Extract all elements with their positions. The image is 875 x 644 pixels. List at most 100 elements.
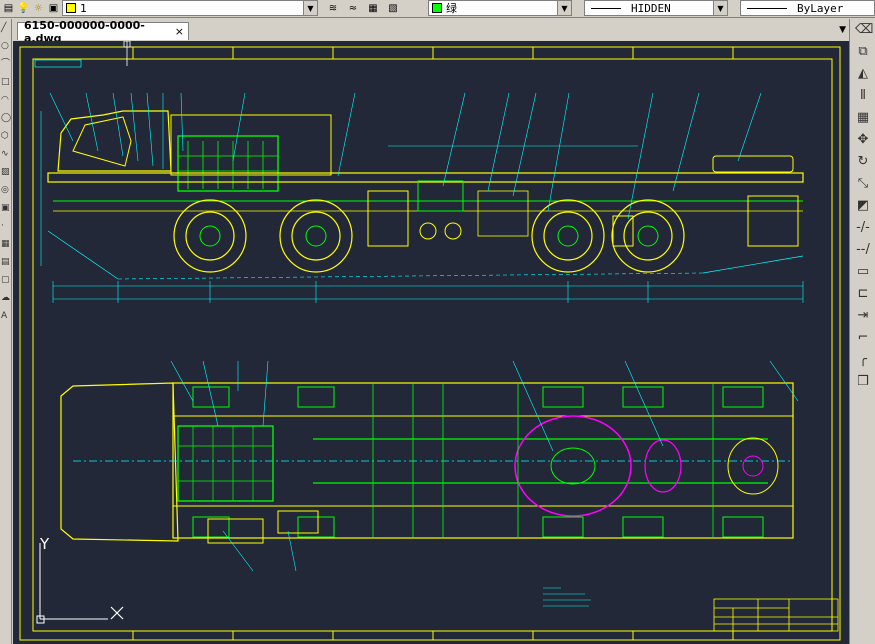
lightbulb-icon[interactable]: 💡 — [17, 2, 30, 15]
copy-icon[interactable]: ⧉ — [855, 45, 871, 61]
spline-icon[interactable]: ∿ — [1, 150, 11, 160]
lineweight-value: ByLayer — [797, 1, 844, 15]
engine-top — [177, 425, 274, 502]
differential-1 — [550, 447, 596, 485]
color-value: 绿 — [446, 2, 457, 15]
layer-states-icon[interactable]: ▦ — [364, 2, 382, 15]
text-icon[interactable]: A — [1, 312, 11, 322]
mirror-icon[interactable]: ◭ — [855, 67, 871, 83]
layer-controls: ▤ 💡 ☼ ▣ — [2, 0, 62, 17]
fifth-wheel — [727, 437, 779, 495]
erase-icon[interactable]: ⌫ — [855, 23, 873, 39]
gradient-icon[interactable]: ▤ — [1, 258, 11, 268]
line-icon[interactable]: ╱ — [1, 24, 11, 34]
layer-manager-icon[interactable]: ▤ — [2, 2, 15, 15]
wheel-hubs — [199, 225, 659, 247]
technical-notes — [543, 587, 591, 607]
join-icon[interactable]: ⇥ — [855, 309, 871, 325]
trim-icon[interactable]: -/- — [855, 221, 871, 237]
battery-box — [367, 190, 409, 247]
chassis-top-outline — [172, 382, 794, 539]
chamfer-icon[interactable]: ⌐ — [855, 331, 871, 347]
title-block — [713, 598, 839, 632]
crossmember — [477, 190, 529, 237]
fillet-icon[interactable]: ╭ — [855, 353, 871, 369]
layer-dropdown[interactable]: 1 ▼ — [62, 0, 318, 16]
lock-icon[interactable]: ▣ — [47, 2, 60, 15]
layer-name: 1 — [80, 1, 87, 15]
cab-top-outline — [60, 382, 179, 542]
polyline-icon[interactable]: ⌒ — [1, 60, 11, 70]
region-icon[interactable]: ◎ — [1, 186, 11, 196]
layer-tools: ≋ ≈ ▦ ▧ — [324, 0, 404, 17]
array-icon[interactable]: ▦ — [855, 111, 871, 127]
ucs-icon — [36, 543, 124, 624]
cab-window — [72, 116, 132, 167]
axle-housing-ring — [514, 415, 632, 517]
chevron-down-icon[interactable]: ▼ — [303, 1, 317, 15]
draw-toolbar: ╱ ○ ⌒ □ ◠ ◯ ⬡ ∿ ▨ ◎ ▣ · ▦ ▤ ▢ ☁ A — [0, 19, 12, 644]
drawing-number-box — [34, 59, 82, 68]
cab-outline — [57, 110, 172, 172]
color-swatch — [432, 3, 442, 13]
stretch-icon[interactable]: ◩ — [855, 199, 871, 215]
offset-icon[interactable]: ⫴ — [855, 89, 871, 105]
approach-angle-line — [47, 230, 119, 280]
side-view — [40, 92, 804, 303]
arc-icon[interactable]: ◠ — [1, 96, 11, 106]
kingpin — [742, 455, 764, 477]
circle-icon[interactable]: ○ — [1, 42, 11, 52]
linetype-value: HIDDEN — [631, 1, 671, 15]
air-tank-1 — [419, 222, 437, 240]
block-icon[interactable]: ▣ — [1, 204, 11, 214]
explode-icon[interactable]: ❒ — [855, 375, 871, 391]
color-dropdown[interactable]: 绿 ▼ — [428, 0, 572, 16]
tab-menu-icon[interactable]: ▼ — [839, 25, 846, 35]
ground-line — [117, 272, 704, 280]
ellipse-icon[interactable]: ◯ — [1, 114, 11, 124]
top-balloon-leaders — [170, 360, 799, 572]
point-icon[interactable]: · — [1, 222, 11, 232]
break-icon[interactable]: ▭ — [855, 265, 871, 281]
match-properties-icon[interactable]: ▧ — [384, 2, 402, 15]
linetype-dropdown[interactable]: HIDDEN ▼ — [584, 0, 728, 16]
ucs-y-label: Y — [39, 535, 50, 553]
drawing-svg: Y — [19, 41, 841, 641]
departure-angle-line — [702, 255, 804, 274]
linetype-preview — [591, 7, 621, 9]
chevron-down-icon[interactable]: ▼ — [713, 1, 727, 15]
document-tabstrip: 6150-000000-0000-a.dwg × ▼ — [13, 19, 850, 45]
hatch-icon[interactable]: ▨ — [1, 168, 11, 178]
rotate-icon[interactable]: ↻ — [855, 155, 871, 171]
drawing-canvas[interactable]: Y — [13, 41, 849, 644]
lineweight-dropdown[interactable]: ByLayer — [740, 0, 875, 16]
modify-toolbar: ⌫ ⧉ ◭ ⫴ ▦ ✥ ↻ ⤡ ◩ -/- --/ ▭ ⊏ ⇥ ⌐ ╭ ❒ — [849, 19, 875, 644]
properties-toolbar: ▤ 💡 ☼ ▣ 1 ▼ ≋ ≈ ▦ ▧ 绿 ▼ HIDDEN ▼ ByLayer — [0, 0, 875, 18]
spare-tank — [712, 155, 794, 173]
revcloud-icon[interactable]: ☁ — [1, 294, 11, 304]
drawing-frame — [32, 58, 833, 632]
rear-bracket — [747, 195, 799, 247]
crosshair-cursor — [123, 41, 131, 66]
make-current-icon[interactable]: ≋ — [324, 2, 342, 15]
extend-icon[interactable]: --/ — [855, 243, 871, 259]
chevron-down-icon[interactable]: ▼ — [557, 1, 571, 15]
air-tank-2 — [444, 222, 462, 240]
break-at-point-icon[interactable]: ⊏ — [855, 287, 871, 303]
layer-previous-icon[interactable]: ≈ — [344, 2, 362, 15]
sun-icon[interactable]: ☼ — [32, 2, 45, 15]
scale-icon[interactable]: ⤡ — [855, 177, 871, 193]
side-dimensions — [40, 111, 804, 303]
tank-top — [207, 518, 264, 544]
fuel-tank — [417, 180, 464, 212]
polygon-icon[interactable]: ⬡ — [1, 132, 11, 142]
document-tab[interactable]: 6150-000000-0000-a.dwg × — [17, 19, 189, 45]
table-icon[interactable]: ▦ — [1, 240, 11, 250]
boundary-icon[interactable]: ▢ — [1, 276, 11, 286]
engine-cover — [170, 114, 332, 176]
top-view — [60, 360, 799, 572]
differential-2 — [644, 439, 682, 493]
rectangle-icon[interactable]: □ — [1, 78, 11, 88]
close-icon[interactable]: × — [175, 25, 184, 38]
move-icon[interactable]: ✥ — [855, 133, 871, 149]
